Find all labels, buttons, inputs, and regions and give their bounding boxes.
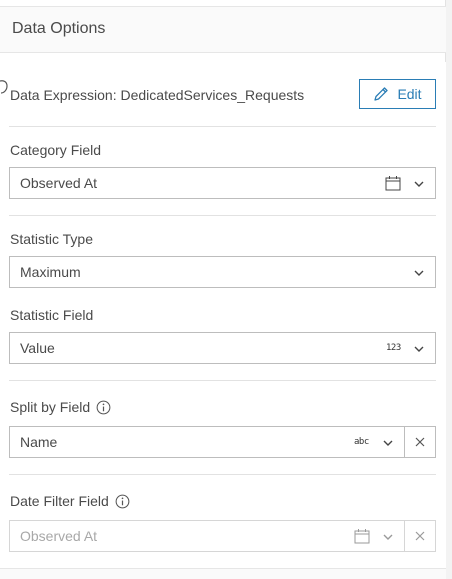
date-filter-field-label-text: Date Filter Field	[10, 493, 109, 509]
data-expression-row: Data Expression: DedicatedServices_Reque…	[0, 62, 446, 126]
panel-header: Data Options	[0, 6, 446, 53]
divider	[9, 126, 436, 127]
clear-split-button[interactable]	[404, 427, 435, 457]
close-icon	[415, 437, 425, 447]
data-expression-label: Data Expression: DedicatedServices_Reque…	[10, 87, 305, 103]
divider	[9, 215, 436, 216]
pencil-icon	[374, 87, 389, 101]
info-icon[interactable]	[115, 494, 130, 509]
statistic-type-label: Statistic Type	[10, 231, 94, 247]
calendar-icon	[385, 176, 401, 191]
category-field-value: Observed At	[20, 175, 98, 191]
drag-handle-icon[interactable]	[0, 80, 8, 94]
date-filter-field-value: Observed At	[20, 528, 98, 544]
divider	[9, 474, 436, 475]
date-filter-field-select[interactable]: Observed At	[9, 520, 436, 552]
close-icon	[415, 531, 425, 541]
edit-button-label: Edit	[397, 86, 422, 102]
category-field-label: Category Field	[10, 142, 102, 158]
chevron-down-icon	[414, 270, 424, 276]
chevron-down-icon	[383, 440, 393, 446]
split-by-field-label: Split by Field	[10, 399, 111, 415]
panel-footer-edge	[0, 568, 446, 579]
number-type-badge: 123	[386, 343, 401, 353]
divider	[9, 380, 436, 381]
statistic-field-label: Statistic Field	[10, 307, 94, 323]
date-filter-field-label: Date Filter Field	[10, 493, 130, 509]
edit-expression-button[interactable]: Edit	[359, 79, 436, 109]
data-options-panel: Data Options Data Expression: DedicatedS…	[0, 0, 446, 579]
scrollbar[interactable]	[446, 0, 452, 579]
calendar-icon	[354, 529, 370, 544]
statistic-type-value: Maximum	[20, 264, 81, 280]
chevron-down-icon	[383, 534, 393, 540]
category-field-select[interactable]: Observed At	[9, 167, 436, 199]
statistic-field-select[interactable]: Value 123	[9, 332, 436, 364]
statistic-field-value: Value	[20, 340, 55, 356]
split-by-field-select[interactable]: Name abc	[9, 426, 436, 458]
text-type-badge: abc	[354, 437, 369, 447]
chevron-down-icon	[414, 181, 424, 187]
panel-body: Data Expression: DedicatedServices_Reque…	[0, 62, 446, 568]
statistic-type-select[interactable]: Maximum	[9, 256, 436, 288]
chevron-down-icon	[414, 346, 424, 352]
split-by-field-label-text: Split by Field	[10, 399, 91, 415]
panel-title: Data Options	[12, 20, 106, 37]
info-icon[interactable]	[96, 400, 111, 415]
clear-date-filter-button[interactable]	[404, 521, 435, 551]
split-by-field-value: Name	[20, 434, 58, 450]
